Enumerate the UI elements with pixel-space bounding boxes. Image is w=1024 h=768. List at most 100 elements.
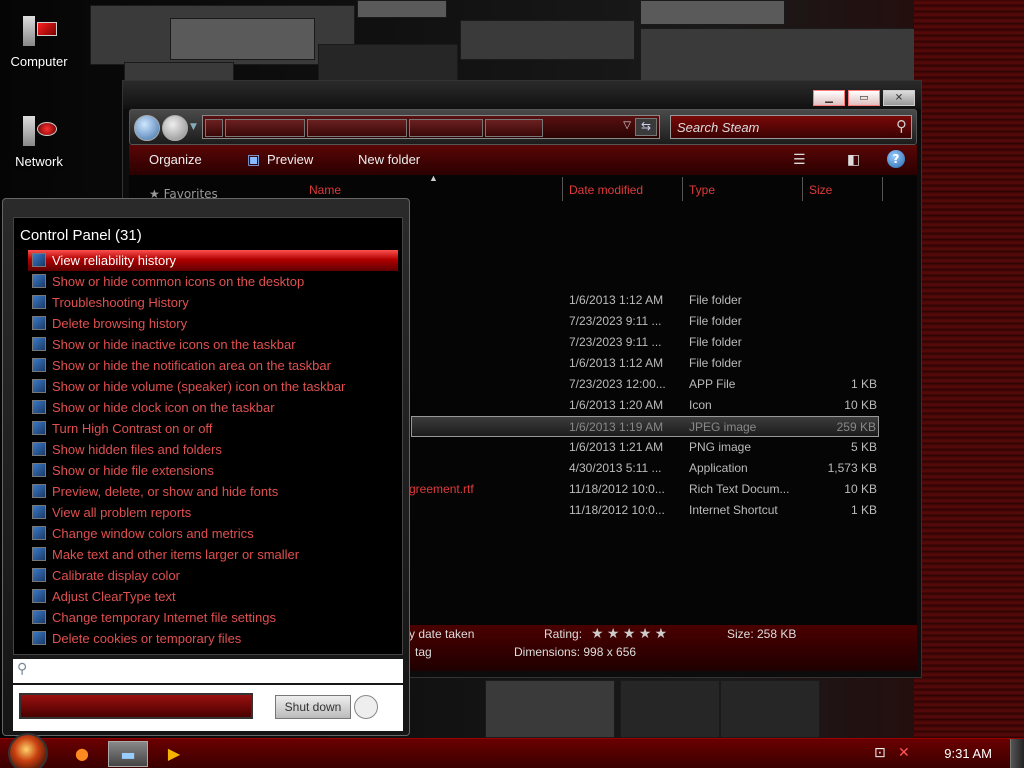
search-icon[interactable]: ⚲ [896,117,907,135]
close-button[interactable]: ✕ [883,90,915,106]
file-date: 1/6/2013 1:12 AM [569,293,664,307]
desktop-icon-computer[interactable]: Computer [4,14,74,69]
column-header-size[interactable]: Size [809,183,832,197]
control-panel-result[interactable]: Show or hide inactive icons on the taskb… [28,334,398,355]
star-icon[interactable]: ★ [623,625,636,641]
views-icon[interactable]: ☰ [793,152,806,168]
file-date: 4/30/2013 5:11 ... [569,461,662,475]
result-label: Show or hide file extensions [52,463,214,478]
star-icon[interactable]: ★ [639,625,652,641]
shutdown-options-button[interactable] [354,695,378,719]
control-panel-result[interactable]: Show or hide common icons on the desktop [28,271,398,292]
forward-button[interactable] [162,115,188,141]
star-icon[interactable]: ★ [607,625,620,641]
breadcrumb-segment[interactable] [485,119,543,137]
file-row[interactable]: 4/30/2013 5:11 ... Application 1,573 KB [409,458,879,479]
file-row[interactable]: 11/18/2012 10:0... Internet Shortcut 1 K… [409,500,879,521]
breadcrumb-segment[interactable] [409,119,483,137]
rating-stars[interactable]: ★ ★ ★ ★ ★ [591,625,667,642]
control-panel-result[interactable]: View reliability history [28,250,398,271]
file-row[interactable]: greement.rtf 11/18/2012 10:0... Rich Tex… [409,479,879,500]
address-root-icon[interactable] [205,119,223,137]
back-button[interactable] [134,115,160,141]
control-panel-result[interactable]: Adjust ClearType text [28,586,398,607]
details-date-taken: y date taken [409,627,475,641]
control-panel-result[interactable]: Preview, delete, or show and hide fonts [28,481,398,502]
control-panel-result[interactable]: Change window colors and metrics [28,523,398,544]
taskbar-clock[interactable]: 9:31 AM [944,746,992,761]
file-row[interactable]: 7/23/2023 9:11 ... File folder [409,311,879,332]
firefox-icon[interactable]: ● [62,741,102,767]
window-titlebar[interactable]: ▁ ▭ ✕ [123,81,921,109]
preview-pane-icon[interactable]: ◧ [847,152,860,168]
file-row[interactable]: 1/6/2013 1:20 AM Icon 10 KB [409,395,879,416]
minimize-button[interactable]: ▁ [813,90,845,106]
desktop-icon-network[interactable]: Network [4,114,74,169]
shutdown-button[interactable]: Shut down [275,695,351,719]
internet-options-icon [32,316,46,330]
column-header-name[interactable]: Name [309,183,341,197]
refresh-icon[interactable]: ⇆ [635,118,657,136]
breadcrumb-segment[interactable] [307,119,407,137]
media-player-icon[interactable]: ▶ [154,741,194,767]
column-header-date[interactable]: Date modified [569,183,643,197]
control-panel-result[interactable]: Delete browsing history [28,313,398,334]
explorer-icon[interactable]: ▬ [108,741,148,767]
results-group-title[interactable]: Control Panel (31) [20,227,142,244]
breadcrumb-segment[interactable] [225,119,305,137]
file-type: APP File [689,377,736,391]
details-tags[interactable]: tag [415,645,432,659]
file-row[interactable]: 1/6/2013 1:21 AM PNG image 5 KB [409,437,879,458]
search-input[interactable] [677,119,877,135]
flag-icon [32,253,46,267]
control-panel-result[interactable]: Change temporary Internet file settings [28,607,398,628]
new-folder-button[interactable]: New folder [358,152,420,167]
search-box[interactable]: ⚲ [670,115,912,139]
start-button[interactable] [8,733,48,768]
file-row[interactable]: 1/6/2013 1:12 AM File folder [409,353,879,374]
column-header-type[interactable]: Type [689,183,715,197]
address-bar[interactable]: ▽ ⇆ [202,115,660,139]
control-panel-result[interactable]: Show hidden files and folders [28,439,398,460]
show-desktop-button[interactable] [1010,739,1024,768]
control-panel-result[interactable]: View all problem reports [28,502,398,523]
maximize-button[interactable]: ▭ [848,90,880,106]
column-separator[interactable] [562,177,563,201]
file-type: Rich Text Docum... [689,482,790,496]
file-type: Internet Shortcut [689,503,778,517]
control-panel-result[interactable]: Make text and other items larger or smal… [28,544,398,565]
wallpaper-tile [720,680,820,738]
recent-pages-dropdown-icon[interactable]: ▼ [190,122,197,132]
star-icon[interactable]: ★ [655,625,668,641]
help-icon[interactable]: ? [887,150,905,168]
minimize-icon: ▁ [825,92,833,104]
control-panel-result[interactable]: Calibrate display color [28,565,398,586]
network-status-icon[interactable]: ⊡ [874,745,886,761]
column-separator[interactable] [802,177,803,201]
volume-muted-icon[interactable]: ✕ [898,745,910,761]
preview-icon: ▣ [247,152,261,168]
control-panel-result[interactable]: Delete cookies or temporary files [28,628,398,649]
control-panel-result[interactable]: Troubleshooting History [28,292,398,313]
start-search-text-field[interactable] [19,693,253,719]
file-name: greement.rtf [409,482,474,496]
file-row[interactable]: 1/6/2013 1:12 AM File folder [409,290,879,311]
control-panel-result[interactable]: Show or hide file extensions [28,460,398,481]
file-row[interactable]: 7/23/2023 12:00... APP File 1 KB [409,374,879,395]
star-icon[interactable]: ★ [591,625,604,641]
start-search-box[interactable]: ⚲ [13,659,403,683]
control-panel-result[interactable]: Show or hide volume (speaker) icon on th… [28,376,398,397]
start-search-input[interactable] [35,662,395,680]
control-panel-result[interactable]: Turn High Contrast on or off [28,418,398,439]
file-row-selected[interactable]: 1/6/2013 1:19 AM JPEG image 259 KB [411,416,879,437]
wallpaper-tile [124,62,234,82]
control-panel-result[interactable]: Show or hide clock icon on the taskbar [28,397,398,418]
column-separator[interactable] [682,177,683,201]
preview-button[interactable]: Preview [267,152,313,167]
organize-button[interactable]: Organize [149,152,202,167]
file-type: JPEG image [689,420,757,434]
control-panel-result[interactable]: Show or hide the notification area on th… [28,355,398,376]
file-row[interactable]: 7/23/2023 9:11 ... File folder [409,332,879,353]
address-dropdown-icon[interactable]: ▽ [623,120,631,131]
column-separator[interactable] [882,177,883,201]
